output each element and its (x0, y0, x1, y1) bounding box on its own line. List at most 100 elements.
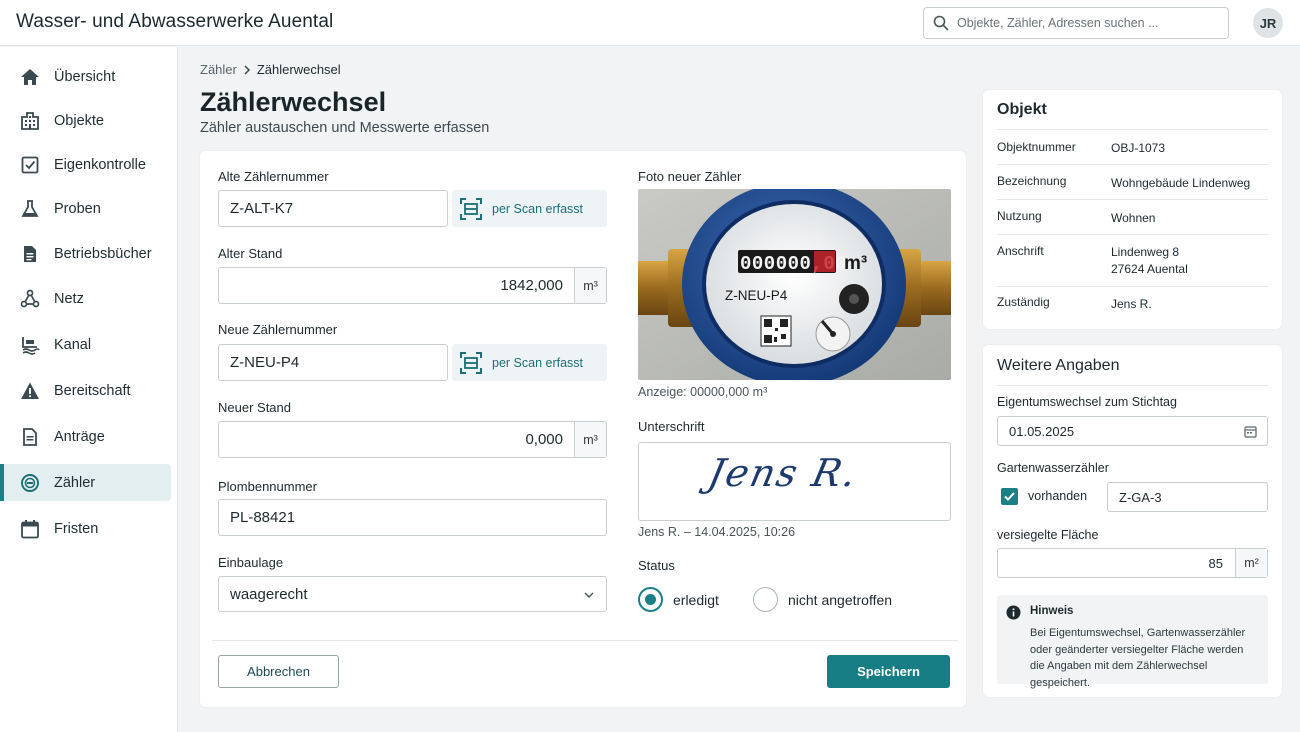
save-button[interactable]: Speichern (827, 655, 950, 688)
signature-pad[interactable]: Jens R. (638, 442, 951, 521)
hint-box: Hinweis Bei Eigentumswechsel, Gartenwass… (997, 595, 1268, 689)
top-bar: Wasser- und Abwasserwerke Auental JR (0, 0, 1300, 46)
owner-change-date-value: 01.05.2025 (1009, 423, 1075, 439)
sidebar-item-betriebsbuecher[interactable]: Betriebsbücher (0, 235, 171, 272)
search-box[interactable] (923, 7, 1229, 39)
old-number-field[interactable]: Z-ALT-K7 (218, 190, 448, 227)
meter-icon (21, 474, 39, 492)
old-number-scan[interactable]: per Scan erfasst (452, 190, 607, 227)
seal-label: Plombennummer (218, 479, 317, 494)
sidebar-item-fristen[interactable]: Fristen (0, 510, 171, 547)
object-value: Wohnen (1111, 211, 1156, 225)
object-value: OBJ-1073 (1111, 141, 1166, 155)
info-icon (1006, 605, 1021, 620)
sidebar-item-label: Proben (54, 200, 101, 217)
sidebar-item-zaehler[interactable]: Zähler (0, 464, 171, 501)
sidebar-item-proben[interactable]: Proben (0, 190, 171, 227)
photo-caption: Anzeige: 00000,000 m³ (638, 385, 768, 399)
divider (997, 199, 1268, 200)
breadcrumb-current: Zählerwechsel (256, 62, 341, 77)
search-icon (933, 15, 949, 31)
garden-meter-number-field[interactable]: Z-GA-3 (1107, 482, 1268, 512)
sealed-area-field[interactable]: 85 m² (997, 548, 1268, 578)
divider (212, 640, 958, 641)
owner-change-label: Eigentumswechsel zum Stichtag (997, 395, 1177, 409)
seal-number-field[interactable]: PL-88421 (218, 499, 607, 536)
checklist-icon (21, 156, 39, 174)
cancel-button[interactable]: Abbrechen (218, 655, 339, 688)
app-title: Wasser- und Abwasserwerke Auental (16, 11, 334, 32)
divider (997, 286, 1268, 287)
sidebar-item-label: Kanal (54, 336, 92, 353)
sealed-area-label: versiegelte Fläche (997, 528, 1099, 542)
new-number-label: Neue Zählernummer (218, 322, 338, 337)
status-option-label: erledigt (673, 592, 719, 608)
sidebar-item-label: Anträge (54, 428, 105, 445)
divider (997, 129, 1268, 130)
garden-meter-checkbox-label: vorhanden (1028, 489, 1088, 503)
meter-id-label: Z-NEU-P4 (725, 288, 788, 303)
object-key: Anschrift (997, 244, 1044, 258)
page-title: Zählerwechsel (200, 87, 387, 117)
new-reading-label: Neuer Stand (218, 400, 291, 415)
building-icon (21, 112, 39, 130)
signature-caption: Jens R. – 14.04.2025, 10:26 (638, 525, 796, 539)
garden-meter-checkbox[interactable] (1001, 488, 1018, 505)
old-reading-label: Alter Stand (218, 246, 283, 261)
more-info-title: Weitere Angaben (997, 357, 1120, 374)
chevron-right-icon (244, 64, 250, 75)
meter-photo-image: 000000,00 m³ Z-NEU-P4 (638, 189, 951, 380)
unit-label: m² (1235, 549, 1267, 577)
user-avatar[interactable]: JR (1253, 8, 1283, 38)
scan-icon (460, 351, 482, 374)
sidebar-item-antraege[interactable]: Anträge (0, 418, 171, 455)
scan-icon (460, 197, 482, 220)
status-radio-nicht-angetroffen[interactable] (753, 587, 778, 612)
checkmark-icon (1004, 492, 1015, 501)
object-key: Objektnummer (997, 140, 1076, 154)
sidebar-item-label: Eigenkontrolle (54, 156, 146, 173)
page-subtitle: Zähler austauschen und Messwerte erfasse… (200, 120, 490, 136)
photo-label: Foto neuer Zähler (638, 169, 742, 184)
new-number-field[interactable]: Z-NEU-P4 (218, 344, 448, 381)
old-reading-value: 1842,000 (500, 277, 563, 294)
sealed-area-value: 85 (1208, 555, 1223, 571)
breadcrumb-parent[interactable]: Zähler (200, 62, 237, 77)
search-input[interactable] (957, 16, 1217, 30)
sidebar-item-objekte[interactable]: Objekte (0, 102, 171, 139)
object-value: Jens R. (1111, 297, 1152, 311)
breadcrumb: Zähler Zählerwechsel (200, 62, 341, 77)
status-radio-erledigt[interactable] (638, 587, 663, 612)
old-reading-field[interactable]: 1842,000 m³ (218, 267, 607, 304)
object-card-title: Objekt (997, 101, 1047, 118)
divider (997, 234, 1268, 235)
meter-photo[interactable]: 000000,00 m³ Z-NEU-P4 (638, 189, 951, 380)
sidebar-item-uebersicht[interactable]: Übersicht (0, 58, 171, 95)
home-icon (21, 69, 39, 85)
new-reading-field[interactable]: 0,000 m³ (218, 421, 607, 458)
garden-meter-label: Gartenwasserzähler (997, 461, 1109, 475)
unit-label: m³ (574, 268, 606, 303)
sidebar-item-eigenkontrolle[interactable]: Eigenkontrolle (0, 146, 171, 183)
sidebar-item-kanal[interactable]: Kanal (0, 326, 171, 363)
sidebar-item-label: Zähler (54, 474, 96, 491)
unit-label: m³ (574, 422, 606, 457)
calendar-icon (21, 520, 39, 539)
object-key: Nutzung (997, 209, 1042, 223)
sewer-icon (22, 337, 40, 355)
position-select[interactable]: waagerecht (218, 576, 607, 612)
sidebar-item-netz[interactable]: Netz (0, 280, 171, 317)
document-icon (23, 428, 37, 446)
document-icon (24, 246, 36, 262)
object-value: Wohngebäude Lindenweg (1111, 176, 1251, 190)
object-value: 27624 Auental (1111, 262, 1188, 276)
owner-change-date-field[interactable]: 01.05.2025 (997, 416, 1268, 446)
warning-icon (21, 382, 39, 399)
sidebar-item-label: Netz (54, 290, 84, 307)
signature-label: Unterschrift (638, 419, 705, 434)
calendar-icon[interactable] (1244, 425, 1257, 438)
signature-handwriting: Jens R. (704, 451, 863, 495)
sidebar-item-bereitschaft[interactable]: Bereitschaft (0, 372, 171, 409)
new-number-scan[interactable]: per Scan erfasst (452, 344, 607, 381)
hint-title: Hinweis (1030, 605, 1074, 617)
